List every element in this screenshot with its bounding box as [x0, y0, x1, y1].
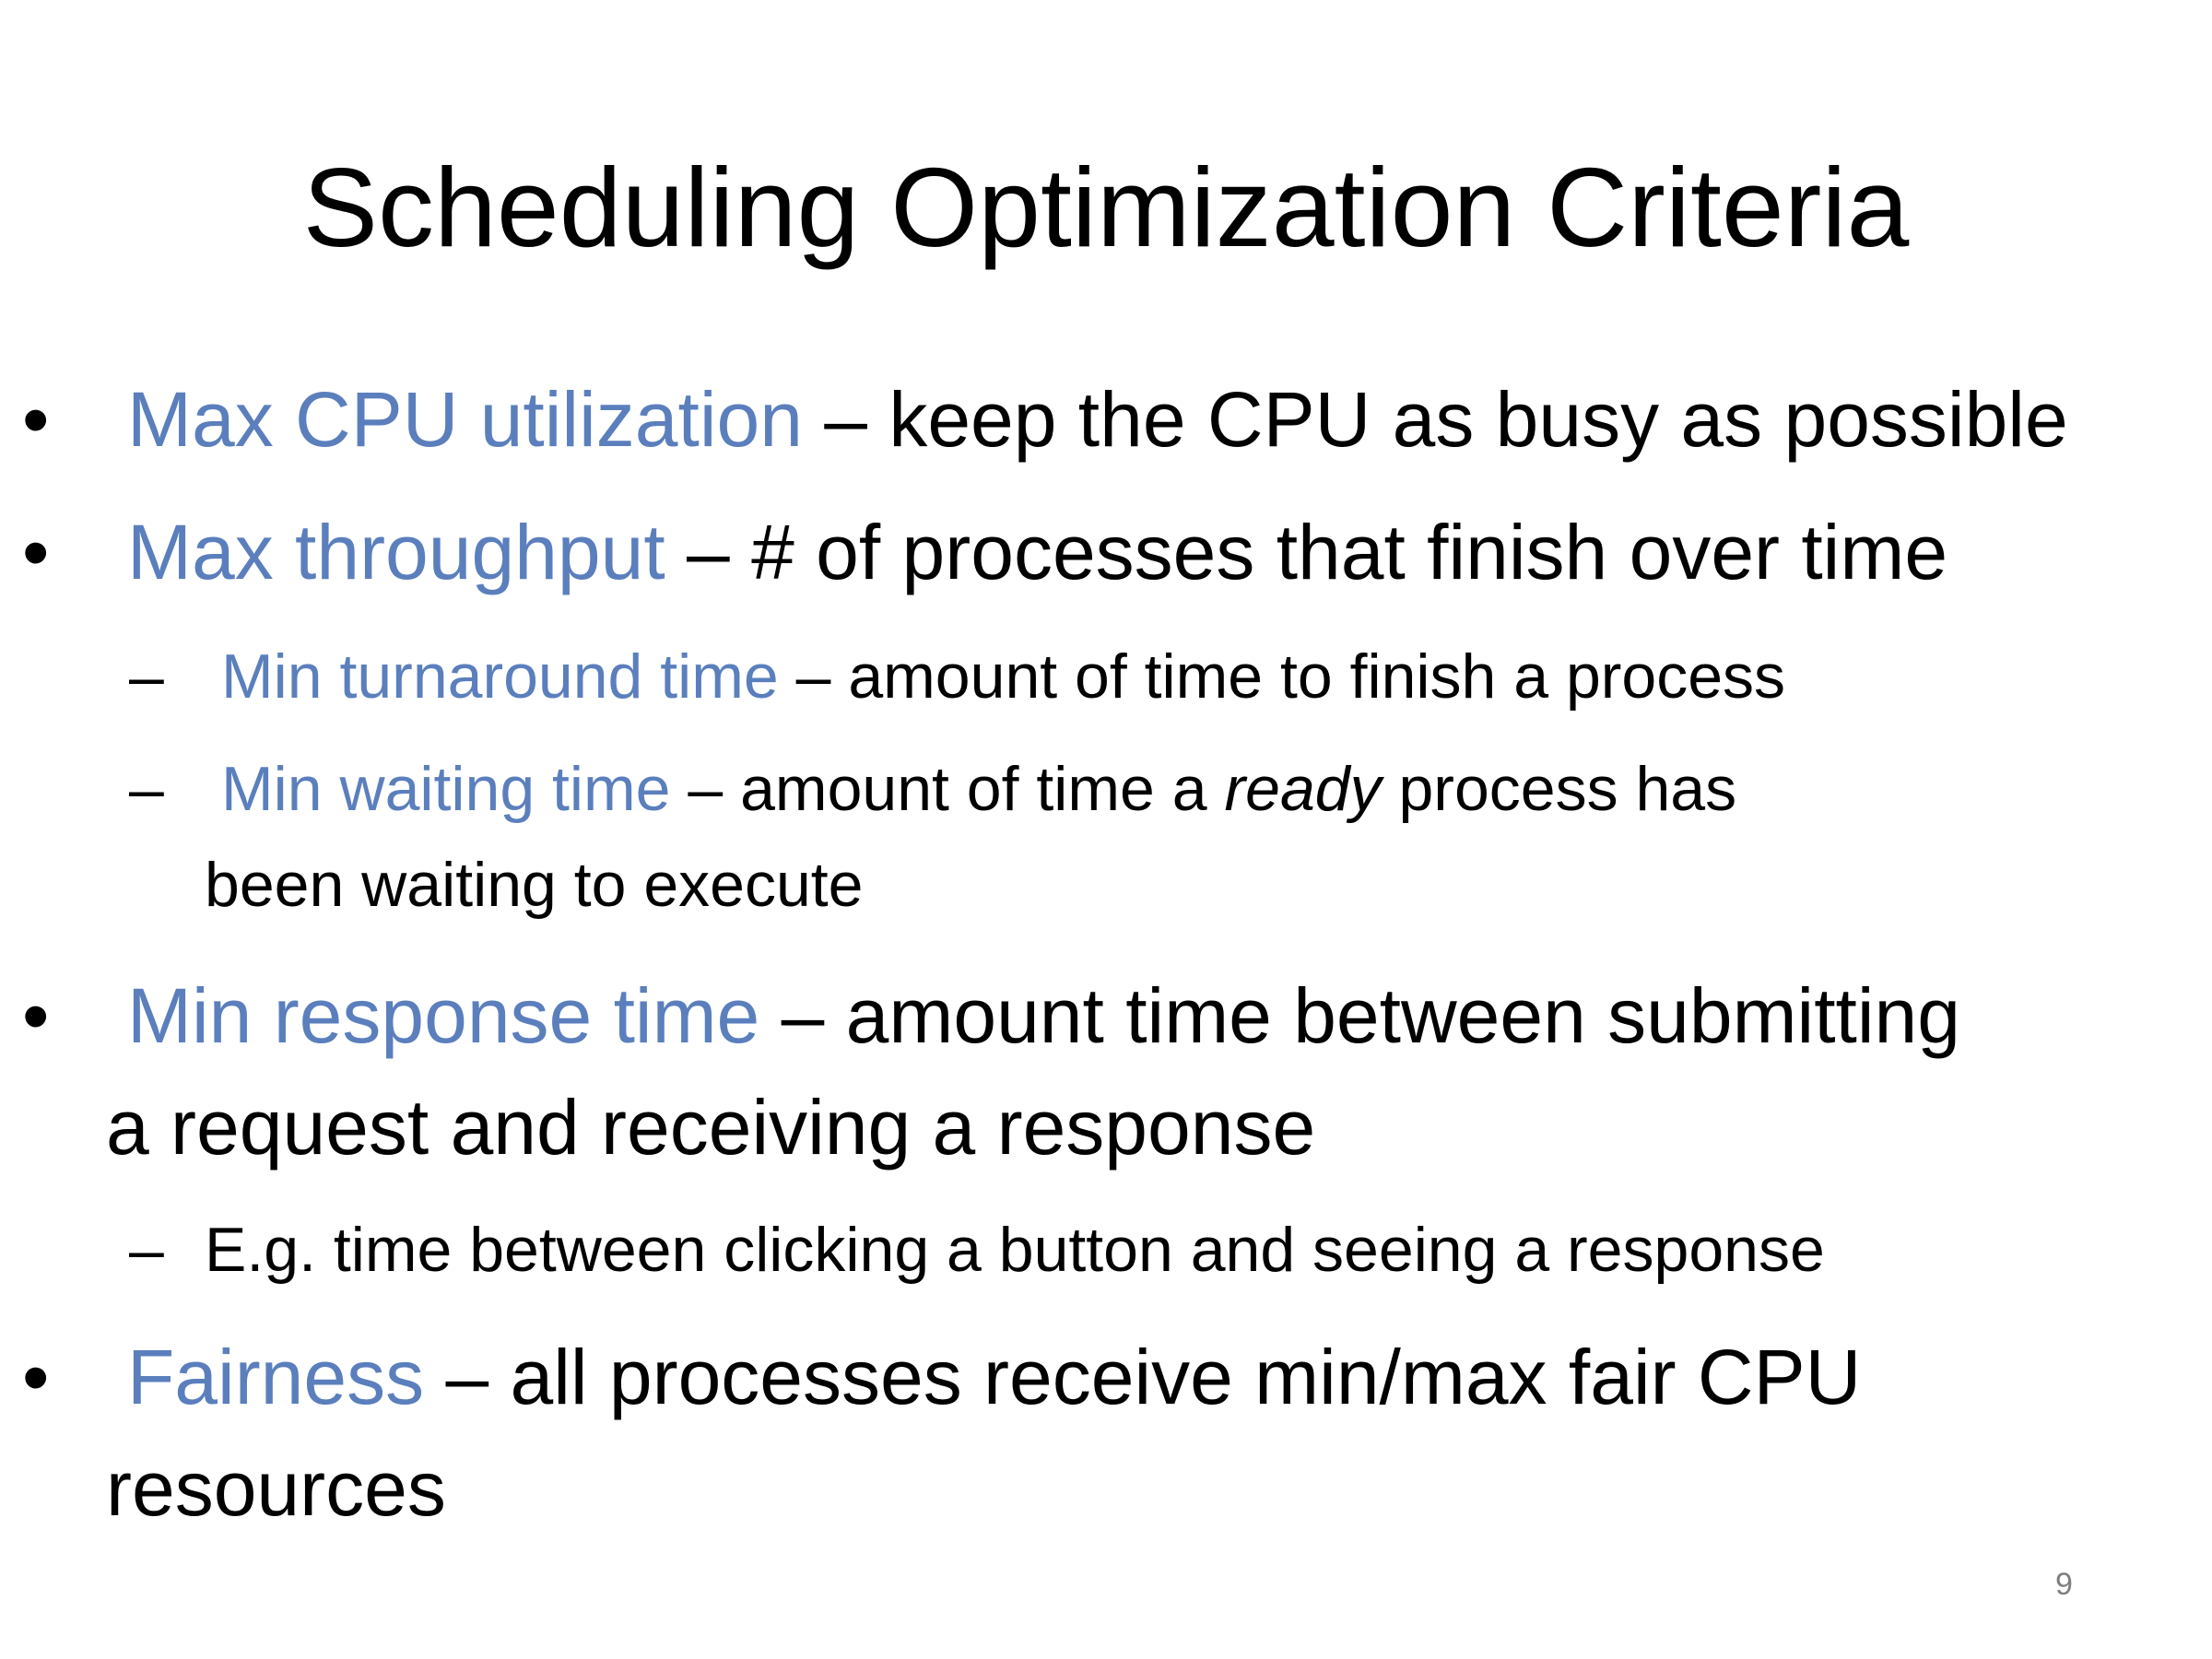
criterion-description: – amount time between submitting [759, 972, 1960, 1059]
bullet-marker: • [22, 972, 50, 1059]
bullet-fairness: Fairness – all processes receive min/max… [127, 1320, 1861, 1434]
bullet-marker: • [22, 376, 50, 463]
criterion-term: Min turnaround time [221, 641, 779, 712]
slide: Scheduling Optimization Criteria • Max C… [0, 0, 2212, 1659]
bullet-min-response-time: Min response time – amount time between … [127, 959, 1960, 1073]
sub-bullet-min-turnaround-time: Min turnaround time – amount of time to … [221, 630, 1785, 723]
bullet-max-throughput: Max throughput – # of processes that fin… [127, 495, 1947, 609]
criterion-description: – keep the CPU as busy as possible [802, 376, 2068, 463]
bullet-continuation: resources [106, 1445, 446, 1532]
sub-bullet-min-waiting-time: Min waiting time – amount of time a read… [221, 743, 1736, 835]
dash-marker: – [129, 754, 164, 824]
criterion-description: – amount of time to finish a process [778, 641, 1786, 712]
dash-marker: – [129, 1215, 164, 1285]
criterion-description-end: process has [1381, 754, 1737, 824]
dash-marker: – [129, 641, 164, 712]
criterion-description: – # of processes that finish over time [665, 509, 1948, 595]
page-number: 9 [2055, 1567, 2073, 1602]
sub-bullet-example: E.g. time between clicking a button and … [205, 1215, 1825, 1285]
criterion-term: Fairness [127, 1334, 425, 1420]
criterion-description: – all processes receive min/max fair CPU [424, 1334, 1862, 1420]
bullet-marker: • [22, 509, 50, 595]
criterion-term: Max throughput [127, 509, 665, 595]
criterion-term: Min response time [127, 972, 760, 1059]
slide-title: Scheduling Optimization Criteria [302, 145, 1910, 270]
bullet-marker: • [22, 1334, 50, 1420]
bullet-max-cpu-utilization: Max CPU utilization – keep the CPU as bu… [127, 362, 2068, 477]
criterion-term: Min waiting time [221, 754, 671, 824]
bullet-continuation: a request and receiving a response [106, 1084, 1316, 1171]
sub-bullet-continuation: been waiting to execute [205, 850, 864, 920]
criterion-description: – amount of time a [670, 754, 1225, 824]
criterion-term: Max CPU utilization [127, 376, 803, 463]
emphasis-ready: ready [1224, 754, 1382, 824]
